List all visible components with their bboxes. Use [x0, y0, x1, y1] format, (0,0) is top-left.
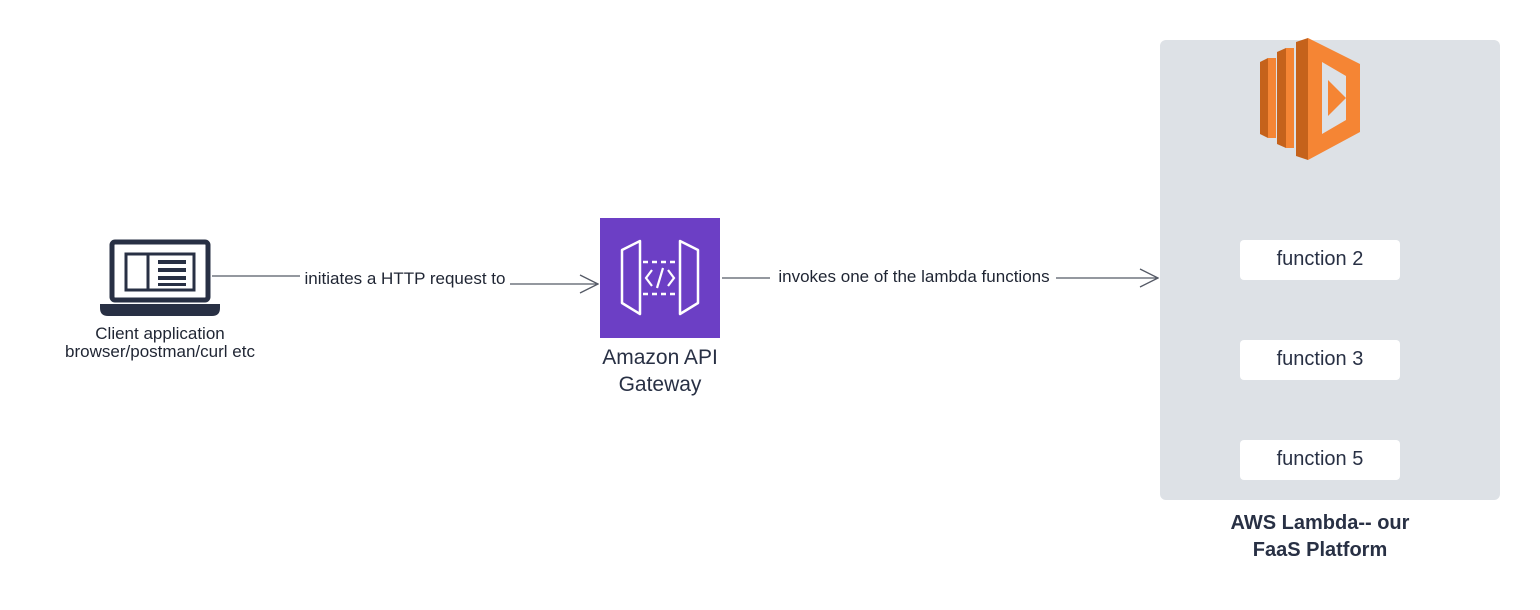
function-label: function 5 — [1277, 448, 1364, 470]
laptop-icon — [100, 239, 220, 316]
function-label: function 2 — [1277, 248, 1364, 270]
architecture-diagram: function 2 function 3 function 5 AWS Lam… — [65, 38, 1500, 561]
function-box-function-5: function 5 — [1240, 440, 1400, 480]
lambda-platform-title-line1: AWS Lambda-- our — [1231, 512, 1410, 534]
gateway-label-line2: Gateway — [619, 373, 702, 396]
edge-invoke-label: invokes one of the lambda functions — [778, 267, 1049, 286]
gateway-label-line1: Amazon API — [602, 346, 718, 369]
client-label-line2: browser/postman/curl etc — [65, 342, 255, 361]
api-gateway-icon — [600, 218, 720, 338]
edge-request-label: initiates a HTTP request to — [305, 269, 506, 288]
client-label-line1: Client application — [95, 324, 224, 343]
lambda-platform-title-line2: FaaS Platform — [1253, 539, 1387, 561]
function-label: function 3 — [1277, 348, 1364, 370]
function-box-function-2: function 2 — [1240, 240, 1400, 280]
function-box-function-3: function 3 — [1240, 340, 1400, 380]
